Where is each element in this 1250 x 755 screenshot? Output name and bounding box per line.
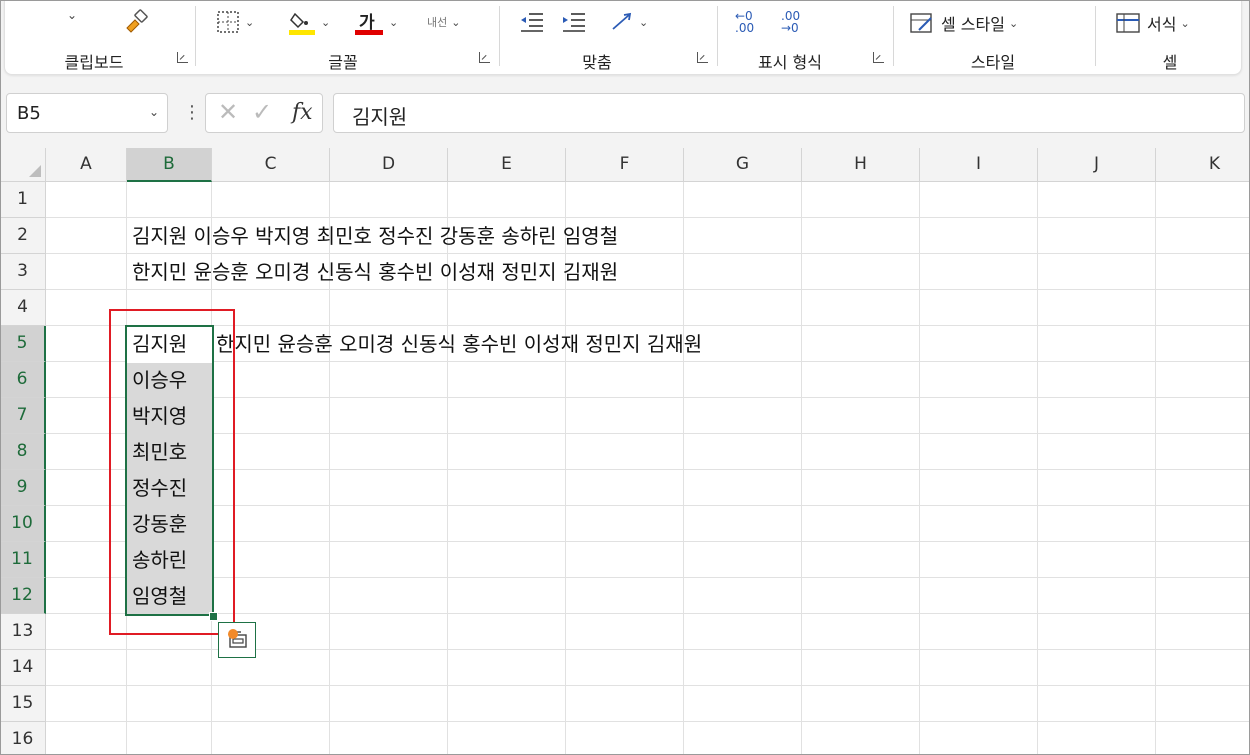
column-header-e[interactable]: E xyxy=(448,148,566,182)
column-header-h[interactable]: H xyxy=(802,148,920,182)
cell-styles-button[interactable]: 셀 스타일 ⌄ xyxy=(909,10,1018,36)
gridline xyxy=(46,721,1250,722)
cell-styles-icon xyxy=(910,13,932,33)
group-label-clipboard: 클립보드 xyxy=(64,53,124,72)
name-box-value: B5 xyxy=(17,103,41,124)
row-header-13[interactable]: 13 xyxy=(0,614,46,650)
clipboard-launcher-icon[interactable] xyxy=(177,52,188,63)
alignment-launcher-icon[interactable] xyxy=(697,52,708,63)
group-label-cells: 셀 xyxy=(1162,53,1178,72)
chevron-down-icon[interactable]: ⌄ xyxy=(321,16,330,29)
enter-icon[interactable]: ✓ xyxy=(252,98,272,126)
group-label-alignment: 맞춤 xyxy=(582,53,612,72)
column-header-b[interactable]: B xyxy=(127,148,212,182)
column-header-k[interactable]: K xyxy=(1156,148,1250,182)
row-header-14[interactable]: 14 xyxy=(0,650,46,686)
group-label-number: 표시 형식 xyxy=(758,53,822,72)
row-header-1[interactable]: 1 xyxy=(0,182,46,218)
decrease-indent-icon[interactable] xyxy=(519,8,545,36)
ribbon-panel: ⌄ 클립보드 ⌄ ⌄ 가 ⌄ 내선 ⌄ 글꼴 ⌄ 맞춤 ←0 .00 .00 →… xyxy=(4,0,1242,75)
row-header-2[interactable]: 2 xyxy=(0,218,46,254)
group-label-styles: 스타일 xyxy=(970,53,1016,72)
chevron-down-icon[interactable]: ⌄ xyxy=(1180,17,1189,30)
formula-input-value: 김지원 xyxy=(352,105,408,129)
cell-b2[interactable]: 김지원 이승우 박지영 최민호 정수진 강동훈 송하린 임영철 xyxy=(132,218,618,254)
cursor-marker xyxy=(228,629,238,639)
font-launcher-icon[interactable] xyxy=(479,52,490,63)
column-header-j[interactable]: J xyxy=(1038,148,1156,182)
row-header-5[interactable]: 5 xyxy=(0,326,46,362)
insert-function-icon[interactable]: fx xyxy=(292,100,313,125)
column-header-d[interactable]: D xyxy=(330,148,448,182)
highlight-box xyxy=(109,309,235,635)
number-launcher-icon[interactable] xyxy=(873,52,884,63)
row-header-6[interactable]: 6 xyxy=(0,362,46,398)
row-header-9[interactable]: 9 xyxy=(0,470,46,506)
decrease-decimal-glyph: .00 →0 xyxy=(781,9,801,35)
cell-styles-label: 셀 스타일 xyxy=(941,15,1005,34)
ribbon-separator xyxy=(195,6,196,66)
row-header-4[interactable]: 4 xyxy=(0,290,46,326)
formula-buttons: ✕ ✓ fx xyxy=(205,93,323,133)
column-header-a[interactable]: A xyxy=(46,148,127,182)
paste-dropdown-icon[interactable]: ⌄ xyxy=(67,8,77,22)
quick-analysis-icon xyxy=(229,631,247,648)
borders-icon[interactable]: ⌄ xyxy=(215,8,254,36)
wrap-text-icon[interactable]: 내선 ⌄ xyxy=(427,8,460,36)
select-all-corner[interactable] xyxy=(0,148,46,182)
increase-decimal-glyph: ←0 .00 xyxy=(735,9,755,35)
chevron-down-icon[interactable]: ⌄ xyxy=(389,16,398,29)
row-header-10[interactable]: 10 xyxy=(0,506,46,542)
chevron-down-icon[interactable]: ⌄ xyxy=(245,16,254,29)
ribbon-separator xyxy=(893,6,894,66)
format-icon xyxy=(1116,13,1140,33)
ribbon: ⌄ 클립보드 ⌄ ⌄ 가 ⌄ 내선 ⌄ 글꼴 ⌄ 맞춤 ←0 .00 .00 →… xyxy=(0,0,1250,82)
wrap-text-glyph: 내선 xyxy=(427,16,448,29)
column-header-c[interactable]: C xyxy=(212,148,330,182)
name-box[interactable]: B5 ⌄ xyxy=(6,93,168,133)
chevron-down-icon[interactable]: ⌄ xyxy=(149,105,159,119)
decrease-decimal-icon[interactable]: .00 →0 xyxy=(781,8,811,36)
row-header-7[interactable]: 7 xyxy=(0,398,46,434)
fill-color-icon[interactable]: ⌄ xyxy=(287,8,330,36)
row-header-12[interactable]: 12 xyxy=(0,578,46,614)
cancel-icon[interactable]: ✕ xyxy=(218,98,238,126)
chevron-down-icon[interactable]: ⌄ xyxy=(639,16,648,29)
chevron-down-icon[interactable]: ⌄ xyxy=(451,16,460,29)
column-header-f[interactable]: F xyxy=(566,148,684,182)
ribbon-separator xyxy=(499,6,500,66)
font-color-icon[interactable]: 가 ⌄ xyxy=(355,8,398,36)
row-header-3[interactable]: 3 xyxy=(0,254,46,290)
cell-b3[interactable]: 한지민 윤승훈 오미경 신동식 홍수빈 이성재 정민지 김재원 xyxy=(132,254,618,290)
column-header-i[interactable]: I xyxy=(920,148,1038,182)
row-header-15[interactable]: 15 xyxy=(0,686,46,722)
format-label: 서식 xyxy=(1147,15,1177,34)
format-button[interactable]: 서식 ⌄ xyxy=(1115,10,1190,36)
group-label-font: 글꼴 xyxy=(328,53,358,72)
ribbon-separator xyxy=(717,6,718,66)
gridline xyxy=(46,685,1250,686)
formula-input[interactable]: 김지원 xyxy=(333,93,1245,133)
column-header-g[interactable]: G xyxy=(684,148,802,182)
format-painter-icon[interactable] xyxy=(121,8,151,36)
cell-c5[interactable]: 한지민 윤승훈 오미경 신동식 홍수빈 이성재 정민지 김재원 xyxy=(216,326,702,362)
quick-analysis-button[interactable] xyxy=(218,622,256,658)
row-header-16[interactable]: 16 xyxy=(0,722,46,755)
text-orientation-icon[interactable]: ⌄ xyxy=(609,8,648,36)
increase-decimal-icon[interactable]: ←0 .00 xyxy=(735,8,765,36)
ribbon-separator xyxy=(1095,6,1096,66)
more-options-icon[interactable]: ⋮ xyxy=(183,102,201,123)
row-header-8[interactable]: 8 xyxy=(0,434,46,470)
chevron-down-icon[interactable]: ⌄ xyxy=(1009,17,1018,30)
row-header-11[interactable]: 11 xyxy=(0,542,46,578)
increase-indent-icon[interactable] xyxy=(561,8,587,36)
spreadsheet-grid[interactable]: A B C D E F G H I J K 1 2 3 4 5 6 7 8 9 … xyxy=(0,148,1250,755)
